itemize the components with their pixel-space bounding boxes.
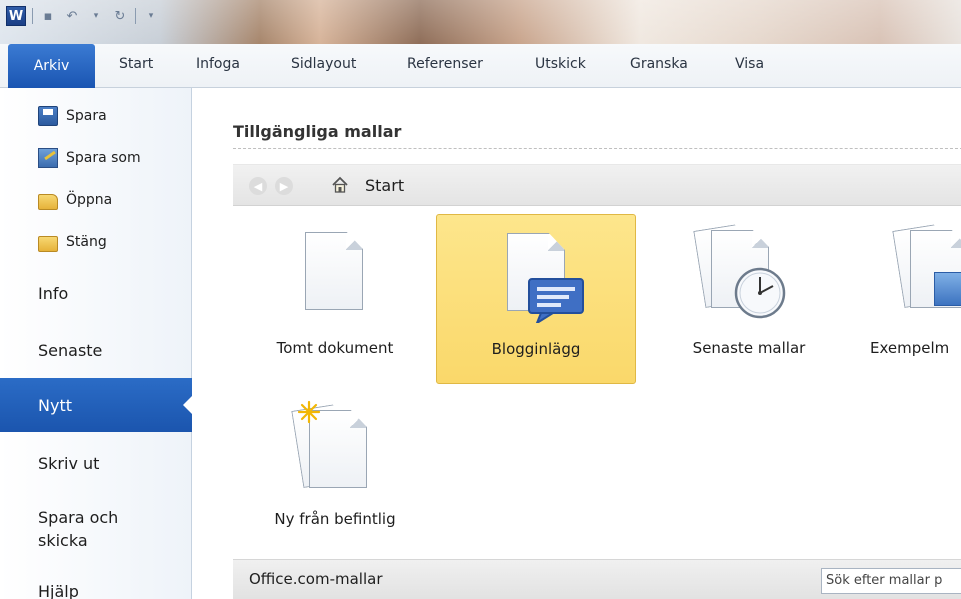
template-tile-label: Tomt dokument [276, 339, 394, 357]
nav-item-skriv-ut[interactable]: Skriv ut [38, 454, 99, 473]
recent-templates-icon [734, 267, 786, 319]
sparkle-icon [297, 400, 321, 424]
qat-separator [135, 8, 136, 24]
word-backstage-window: W ▪ ↶ ▾ ↻ ▾ Arkiv Start Infoga Sidlayout… [0, 0, 961, 599]
nav-command-label: Spara som [66, 150, 141, 166]
template-tile-recent-templates[interactable]: Senaste mallar [649, 214, 849, 384]
nav-item-senaste[interactable]: Senaste [38, 341, 102, 360]
template-tile-label: Exempelm [870, 339, 950, 357]
breadcrumb: ◀ ▶ Start [233, 164, 961, 206]
undo-dropdown-icon[interactable]: ▾ [87, 7, 105, 25]
office-com-templates-bar: Office.com-mallar Sök efter mallar p [233, 559, 961, 599]
customize-qat-icon[interactable]: ▾ [142, 7, 160, 25]
open-folder-icon [38, 194, 58, 210]
nav-command-oppna[interactable]: Öppna [38, 190, 112, 210]
save-icon[interactable]: ▪ [39, 7, 57, 25]
tab-start[interactable]: Start [119, 56, 153, 72]
heading-divider [233, 148, 961, 149]
speech-bubble-icon [528, 278, 584, 323]
tab-visa[interactable]: Visa [735, 56, 764, 72]
nav-item-hjalp[interactable]: Hjälp [38, 582, 79, 599]
nav-item-nytt[interactable]: Nytt [0, 378, 193, 432]
home-icon[interactable] [331, 176, 349, 194]
backstage-nav: Spara Spara som Öppna Stäng Info Senaste… [0, 88, 193, 599]
nav-command-label: Öppna [66, 192, 113, 208]
tab-arkiv[interactable]: Arkiv [8, 44, 95, 88]
nav-command-spara[interactable]: Spara [38, 106, 107, 126]
save-icon [38, 106, 58, 126]
save-as-icon [38, 148, 58, 168]
blank-document-icon [305, 232, 363, 310]
nav-command-label: Stäng [66, 234, 107, 250]
template-search-input[interactable]: Sök efter mallar p [821, 568, 961, 594]
nav-item-info[interactable]: Info [38, 284, 68, 303]
title-bar: W ▪ ↶ ▾ ↻ ▾ [0, 0, 961, 44]
tab-infoga[interactable]: Infoga [196, 56, 240, 72]
breadcrumb-start[interactable]: Start [365, 176, 404, 195]
page-title: Tillgängliga mallar [233, 122, 402, 141]
quick-access-toolbar: W ▪ ↶ ▾ ↻ ▾ [6, 6, 160, 26]
forward-arrow-icon[interactable]: ▶ [275, 177, 293, 195]
tab-granska[interactable]: Granska [630, 56, 688, 72]
monitor-icon [934, 272, 961, 306]
office-com-templates-label: Office.com-mallar [249, 570, 383, 588]
nav-command-stang[interactable]: Stäng [38, 232, 107, 252]
redo-icon[interactable]: ↻ [111, 7, 129, 25]
tab-referenser[interactable]: Referenser [407, 56, 483, 72]
tab-sidlayout[interactable]: Sidlayout [291, 56, 356, 72]
tab-utskick[interactable]: Utskick [535, 56, 586, 72]
nav-command-label: Spara [66, 108, 107, 124]
template-tile-blog-post[interactable]: Blogginlägg [436, 214, 636, 384]
template-tile-blank-document[interactable]: Tomt dokument [235, 214, 435, 384]
nav-item-spara-och-skicka[interactable]: Spara och skicka [38, 506, 148, 552]
template-tile-new-from-existing[interactable]: Ny från befintlig [235, 388, 435, 558]
undo-icon[interactable]: ↶ [63, 7, 81, 25]
ribbon-tabs: Arkiv Start Infoga Sidlayout Referenser … [0, 44, 961, 88]
template-tile-label: Senaste mallar [692, 339, 806, 357]
word-logo-icon[interactable]: W [6, 6, 26, 26]
template-tile-label: Ny från befintlig [274, 510, 396, 528]
qat-separator [32, 8, 33, 24]
template-tile-label: Blogginlägg [491, 340, 581, 358]
nav-command-spara-som[interactable]: Spara som [38, 148, 141, 168]
back-arrow-icon[interactable]: ◀ [249, 177, 267, 195]
available-templates-pane: Tillgängliga mallar ◀ ▶ Start Tomt dokum… [193, 88, 961, 599]
close-folder-icon [38, 236, 58, 252]
template-tile-sample-templates[interactable]: Exempelm [854, 214, 961, 384]
